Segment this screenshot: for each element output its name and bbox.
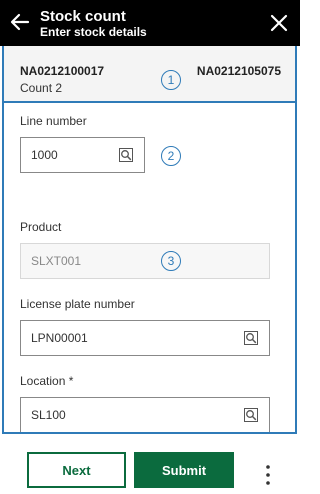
location-input[interactable]: SL100: [20, 397, 270, 432]
line-number-value: 1000: [31, 148, 58, 162]
location-label: Location *: [20, 374, 74, 388]
callout-1: 1: [161, 70, 181, 90]
more-vertical-icon[interactable]: [258, 462, 278, 488]
license-plate-label: License plate number: [20, 297, 135, 311]
callout-2: 2: [161, 146, 181, 166]
page-subtitle: Enter stock details: [40, 25, 147, 39]
product-value: SLXT001: [31, 254, 82, 268]
lookup-icon[interactable]: [243, 330, 259, 346]
line-number-input[interactable]: 1000: [20, 137, 145, 173]
product-field: SLXT001: [20, 243, 270, 279]
highlighted-content-area: NA0212100017 Count 2 NA0212105075 1 Line…: [2, 46, 297, 434]
lookup-icon[interactable]: [243, 407, 259, 423]
document-summary: NA0212100017 Count 2 NA0212105075 1: [4, 46, 295, 103]
license-plate-input[interactable]: LPN00001: [20, 320, 270, 356]
location-value: SL100: [31, 408, 66, 422]
lookup-icon[interactable]: [118, 147, 134, 163]
submit-button[interactable]: Submit: [134, 452, 234, 488]
count-label: Count 2: [20, 81, 63, 95]
product-label: Product: [20, 220, 62, 234]
callout-3: 3: [161, 251, 181, 271]
close-icon[interactable]: [268, 12, 290, 34]
page-title: Stock count: [40, 8, 126, 25]
document-number-left: NA0212100017: [20, 64, 105, 78]
line-number-label: Line number: [20, 114, 87, 128]
app-header: Stock count Enter stock details: [0, 0, 300, 46]
license-plate-value: LPN00001: [31, 331, 88, 345]
document-number-right: NA0212105075: [196, 64, 281, 78]
arrow-left-icon[interactable]: [8, 10, 32, 34]
next-button[interactable]: Next: [27, 452, 126, 488]
